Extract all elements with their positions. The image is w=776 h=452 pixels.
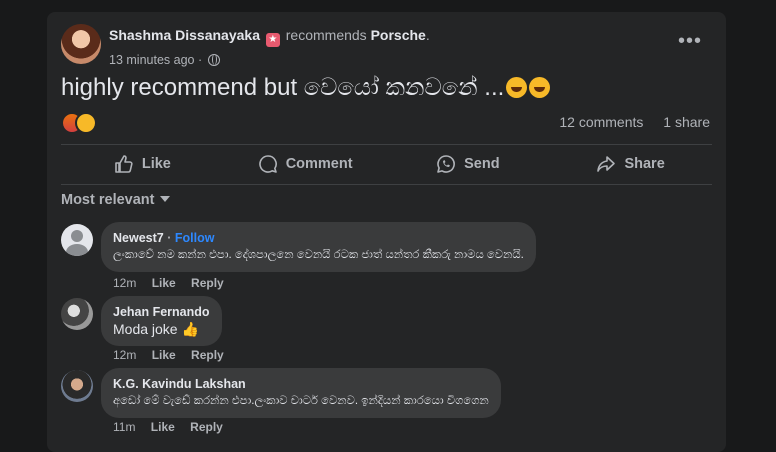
comment-icon bbox=[258, 155, 277, 173]
comment-actions: 11m Like Reply bbox=[113, 420, 235, 434]
post-text: highly recommend but වෙයෝ කනවනේ ... bbox=[61, 74, 551, 102]
commenter-avatar[interactable] bbox=[61, 370, 93, 402]
like-button[interactable]: Like bbox=[61, 146, 224, 182]
sort-label: Most relevant bbox=[61, 192, 155, 208]
share-label: Share bbox=[624, 156, 665, 172]
comment-actions: 12m Like Reply bbox=[113, 348, 236, 362]
commenter-name[interactable]: Jehan Fernando bbox=[113, 304, 210, 320]
comment-time[interactable]: 12m bbox=[113, 348, 136, 362]
comment-sort-dropdown[interactable]: Most relevant bbox=[61, 192, 171, 208]
share-button[interactable]: Share bbox=[549, 146, 712, 182]
post-text-content: highly recommend but වෙයෝ කනවනේ ... bbox=[61, 74, 505, 101]
commenter-name[interactable]: Newest7 bbox=[113, 231, 164, 245]
comment-text: ලංකාවේ නම කන්න එපා. දේශපාලනෙ වෙනයි රටක ජ… bbox=[113, 249, 524, 261]
post-actions: Like Comment Send Share bbox=[61, 146, 712, 182]
commenter-name[interactable]: K.G. Kavindu Lakshan bbox=[113, 376, 489, 392]
thumbs-up-icon bbox=[115, 155, 133, 173]
comment-text: Moda joke 👍 bbox=[113, 321, 199, 337]
comment-bubble: K.G. Kavindu Lakshan අඩෝ මේ වැඩේ කරන්න එ… bbox=[101, 368, 501, 418]
comment-reply-button[interactable]: Reply bbox=[191, 348, 224, 362]
comment-label: Comment bbox=[285, 156, 353, 172]
whatsapp-icon bbox=[437, 155, 456, 173]
author-name[interactable]: Shashma Dissanayaka bbox=[109, 27, 260, 43]
comment-like-button[interactable]: Like bbox=[152, 348, 176, 362]
comment-like-button[interactable]: Like bbox=[151, 420, 175, 434]
haha-reaction-icon bbox=[75, 112, 97, 134]
author-avatar[interactable] bbox=[61, 24, 101, 64]
comment-time[interactable]: 12m bbox=[113, 276, 136, 290]
comment-reply-button[interactable]: Reply bbox=[191, 276, 224, 290]
recommends-verb: recommends bbox=[285, 27, 367, 43]
comment-button[interactable]: Comment bbox=[224, 146, 387, 182]
commenter-avatar[interactable] bbox=[61, 298, 93, 330]
post-timestamp[interactable]: 13 minutes ago bbox=[109, 53, 194, 67]
send-button[interactable]: Send bbox=[387, 146, 550, 182]
more-options-button[interactable]: ••• bbox=[678, 31, 702, 51]
comment-text: අඩෝ මේ වැඩේ කරන්න එපා.ලංකාව චාටර් වෙනව. … bbox=[113, 395, 489, 407]
post-header: Shashma Dissanayaka ★ recommends Porsche… bbox=[61, 24, 712, 68]
divider bbox=[61, 184, 712, 185]
comment-time[interactable]: 11m bbox=[113, 420, 135, 434]
comment-actions: 12m Like Reply bbox=[113, 276, 236, 290]
post-meta: 13 minutes ago · bbox=[109, 51, 430, 69]
laughing-emoji-icon bbox=[506, 77, 528, 98]
comment-like-button[interactable]: Like bbox=[152, 276, 176, 290]
divider bbox=[61, 144, 712, 145]
comment-bubble: Jehan Fernando Moda joke 👍 bbox=[101, 296, 222, 346]
post-card: Shashma Dissanayaka ★ recommends Porsche… bbox=[47, 12, 726, 452]
globe-icon bbox=[207, 54, 220, 66]
post-header-text: Shashma Dissanayaka ★ recommends Porsche… bbox=[109, 27, 430, 69]
follow-button[interactable]: Follow bbox=[175, 231, 215, 245]
top-fan-badge-icon: ★ bbox=[265, 33, 280, 47]
comments-count[interactable]: 12 comments bbox=[559, 114, 643, 130]
shares-count[interactable]: 1 share bbox=[663, 114, 710, 130]
laughing-emoji-icon bbox=[529, 77, 551, 98]
caret-down-icon bbox=[160, 196, 171, 202]
commenter-avatar[interactable] bbox=[61, 224, 93, 256]
comment-bubble: Newest7 · Follow ලංකාවේ නම කන්න එපා. දේශ… bbox=[101, 222, 536, 272]
comment-reply-button[interactable]: Reply bbox=[190, 420, 223, 434]
like-label: Like bbox=[141, 156, 171, 172]
page-link[interactable]: Porsche bbox=[371, 27, 426, 43]
share-arrow-icon bbox=[597, 156, 616, 172]
post-stats: 12 comments 1 share bbox=[543, 114, 710, 130]
send-label: Send bbox=[464, 156, 500, 172]
